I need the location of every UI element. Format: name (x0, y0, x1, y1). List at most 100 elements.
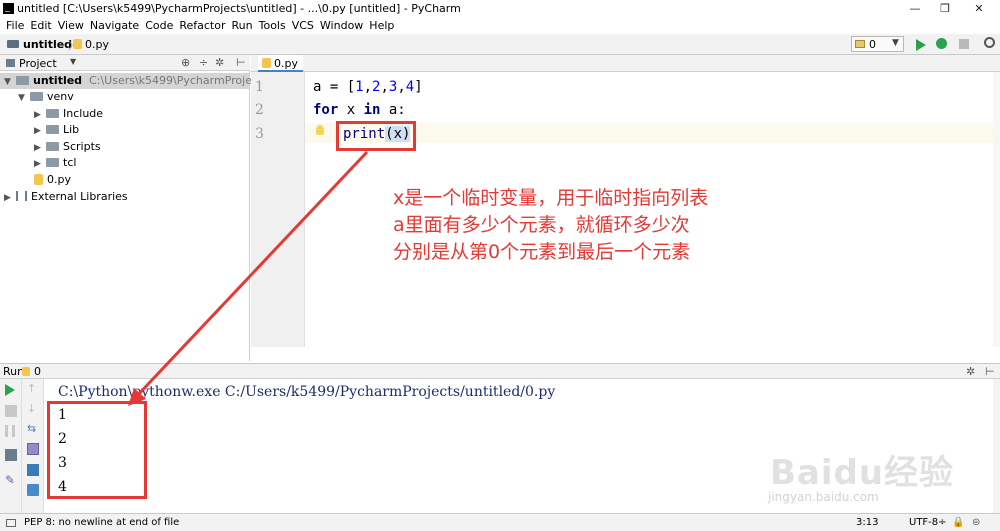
search-icon[interactable] (984, 37, 995, 48)
settings-icon[interactable]: ✲ (215, 56, 224, 69)
annotation-line: a里面有多少个元素，就循环多少次 (393, 214, 690, 236)
rerun-button[interactable] (5, 384, 15, 396)
tree-item-label: External Libraries (31, 190, 128, 203)
folder-icon (7, 40, 19, 48)
minimize-button[interactable]: — (898, 0, 932, 18)
code-line-2: for x in a: (313, 102, 406, 118)
code-token: , (380, 79, 389, 95)
hide-panel-icon[interactable]: ⊢ (236, 56, 246, 69)
folder-icon (30, 92, 43, 101)
run-tab-label[interactable]: 0 (34, 365, 41, 378)
tree-item-tcl[interactable]: ▶ tcl (34, 155, 76, 171)
folder-icon (46, 125, 59, 134)
annotation-text: x是一个临时变量，用于临时指向列表 a里面有多少个元素，就循环多少次 分别是从第… (393, 185, 708, 266)
tree-item-label: Scripts (63, 140, 101, 153)
tree-item-label: Include (63, 107, 104, 120)
run-panel-title: Run (3, 365, 25, 378)
file-encoding[interactable]: UTF-8÷ (909, 517, 947, 528)
status-bar: PEP 8: no newline at end of file 3:13 UT… (0, 513, 1000, 531)
menu-bar: File Edit View Navigate Code Refactor Ru… (0, 18, 1000, 34)
menu-tools[interactable]: Tools (256, 18, 289, 34)
tree-root-label: untitled (33, 74, 83, 87)
pin-icon[interactable]: ✎ (5, 474, 17, 486)
trash-icon[interactable] (27, 484, 39, 496)
tab-0py[interactable]: 0.py (258, 55, 303, 72)
run-config-icon (855, 40, 865, 48)
settings-icon[interactable]: ✲ (966, 365, 975, 378)
memory-indicator-icon[interactable]: ⊜ (972, 517, 980, 528)
lightbulb-icon[interactable] (316, 125, 324, 135)
menu-window[interactable]: Window (317, 18, 366, 34)
editor-tab-bar: 0.py (251, 55, 1000, 72)
scroll-to-end-icon[interactable] (27, 443, 39, 455)
menu-run[interactable]: Run (229, 18, 256, 34)
status-toggle-icon[interactable] (6, 519, 16, 527)
cursor-position[interactable]: 3:13 (856, 517, 878, 528)
menu-refactor[interactable]: Refactor (176, 18, 228, 34)
chevron-down-icon: ▼ (4, 77, 11, 87)
python-file-icon (34, 174, 43, 185)
lock-icon[interactable]: 🔒 (952, 517, 964, 528)
restore-layout-icon[interactable] (5, 449, 17, 461)
run-config-label: 0 (869, 38, 876, 51)
tree-item-label: Lib (63, 123, 80, 136)
menu-file[interactable]: File (3, 18, 27, 34)
code-token: ] (414, 79, 423, 95)
arrow-down-icon[interactable]: ↓ (27, 403, 39, 415)
close-button[interactable]: ✕ (962, 0, 996, 18)
debug-button[interactable] (936, 38, 947, 49)
line-number-gutter: 1 2 3 (251, 72, 305, 347)
pause-button[interactable] (5, 425, 15, 437)
folder-icon (46, 109, 59, 118)
annotation-highlight-output (47, 401, 147, 499)
tree-item-label: tcl (63, 156, 77, 169)
menu-navigate[interactable]: Navigate (87, 18, 142, 34)
chevron-right-icon: ▶ (34, 143, 41, 153)
code-token: x (338, 102, 364, 118)
breadcrumb-file[interactable]: 0.py (85, 38, 109, 51)
code-keyword: for (313, 102, 339, 118)
chevron-down-icon[interactable]: ▼ (70, 57, 76, 66)
tree-item-venv[interactable]: ▼ venv (18, 89, 74, 105)
status-message: PEP 8: no newline at end of file (24, 517, 180, 528)
editor-scrollbar[interactable] (993, 72, 1000, 347)
run-button[interactable] (916, 39, 926, 51)
code-number: 4 (405, 79, 415, 95)
collapse-all-icon[interactable]: ÷ (199, 56, 208, 69)
locate-icon[interactable]: ⊕ (181, 56, 190, 69)
code-token: , (397, 79, 406, 95)
tree-item-scripts[interactable]: ▶ Scripts (34, 139, 101, 155)
tree-item-label: venv (47, 90, 74, 103)
baidu-watermark-url: jingyan.baidu.com (768, 490, 879, 504)
breadcrumb-project[interactable]: untitled (23, 38, 72, 51)
chevron-down-icon: ▼ (892, 38, 899, 48)
folder-icon (46, 158, 59, 167)
library-icon (16, 191, 27, 201)
maximize-button[interactable]: ❐ (928, 0, 962, 18)
console-command: C:\Python\pythonw.exe C:/Users/k5499/Pyc… (58, 384, 556, 400)
run-configuration-select[interactable]: 0 ▼ (851, 36, 904, 52)
hide-panel-icon[interactable]: ⊢ (985, 365, 995, 378)
menu-help[interactable]: Help (366, 18, 397, 34)
code-number: 1 (355, 79, 364, 95)
tree-item-0py[interactable]: 0.py (34, 172, 71, 188)
menu-code[interactable]: Code (142, 18, 176, 34)
tree-item-lib[interactable]: ▶ Lib (34, 122, 79, 138)
tree-item-include[interactable]: ▶ Include (34, 106, 103, 122)
print-icon[interactable] (27, 464, 39, 476)
arrow-up-icon[interactable]: ↑ (27, 383, 39, 395)
stop-button[interactable] (959, 39, 969, 49)
project-icon (6, 59, 15, 67)
menu-view[interactable]: View (55, 18, 87, 34)
annotation-highlight-print (336, 121, 416, 151)
chevron-right-icon: ▶ (4, 193, 11, 203)
tree-item-external-libraries[interactable]: ▶ External Libraries (4, 189, 128, 205)
stop-button[interactable] (5, 405, 17, 417)
annotation-line: x是一个临时变量，用于临时指向列表 (393, 187, 709, 209)
menu-vcs[interactable]: VCS (289, 18, 317, 34)
line-number: 3 (255, 126, 264, 142)
soft-wrap-icon[interactable]: ⇆ (27, 423, 39, 435)
menu-edit[interactable]: Edit (27, 18, 54, 34)
console-scrollbar[interactable] (993, 379, 1000, 513)
project-panel-title[interactable]: Project (19, 57, 57, 70)
